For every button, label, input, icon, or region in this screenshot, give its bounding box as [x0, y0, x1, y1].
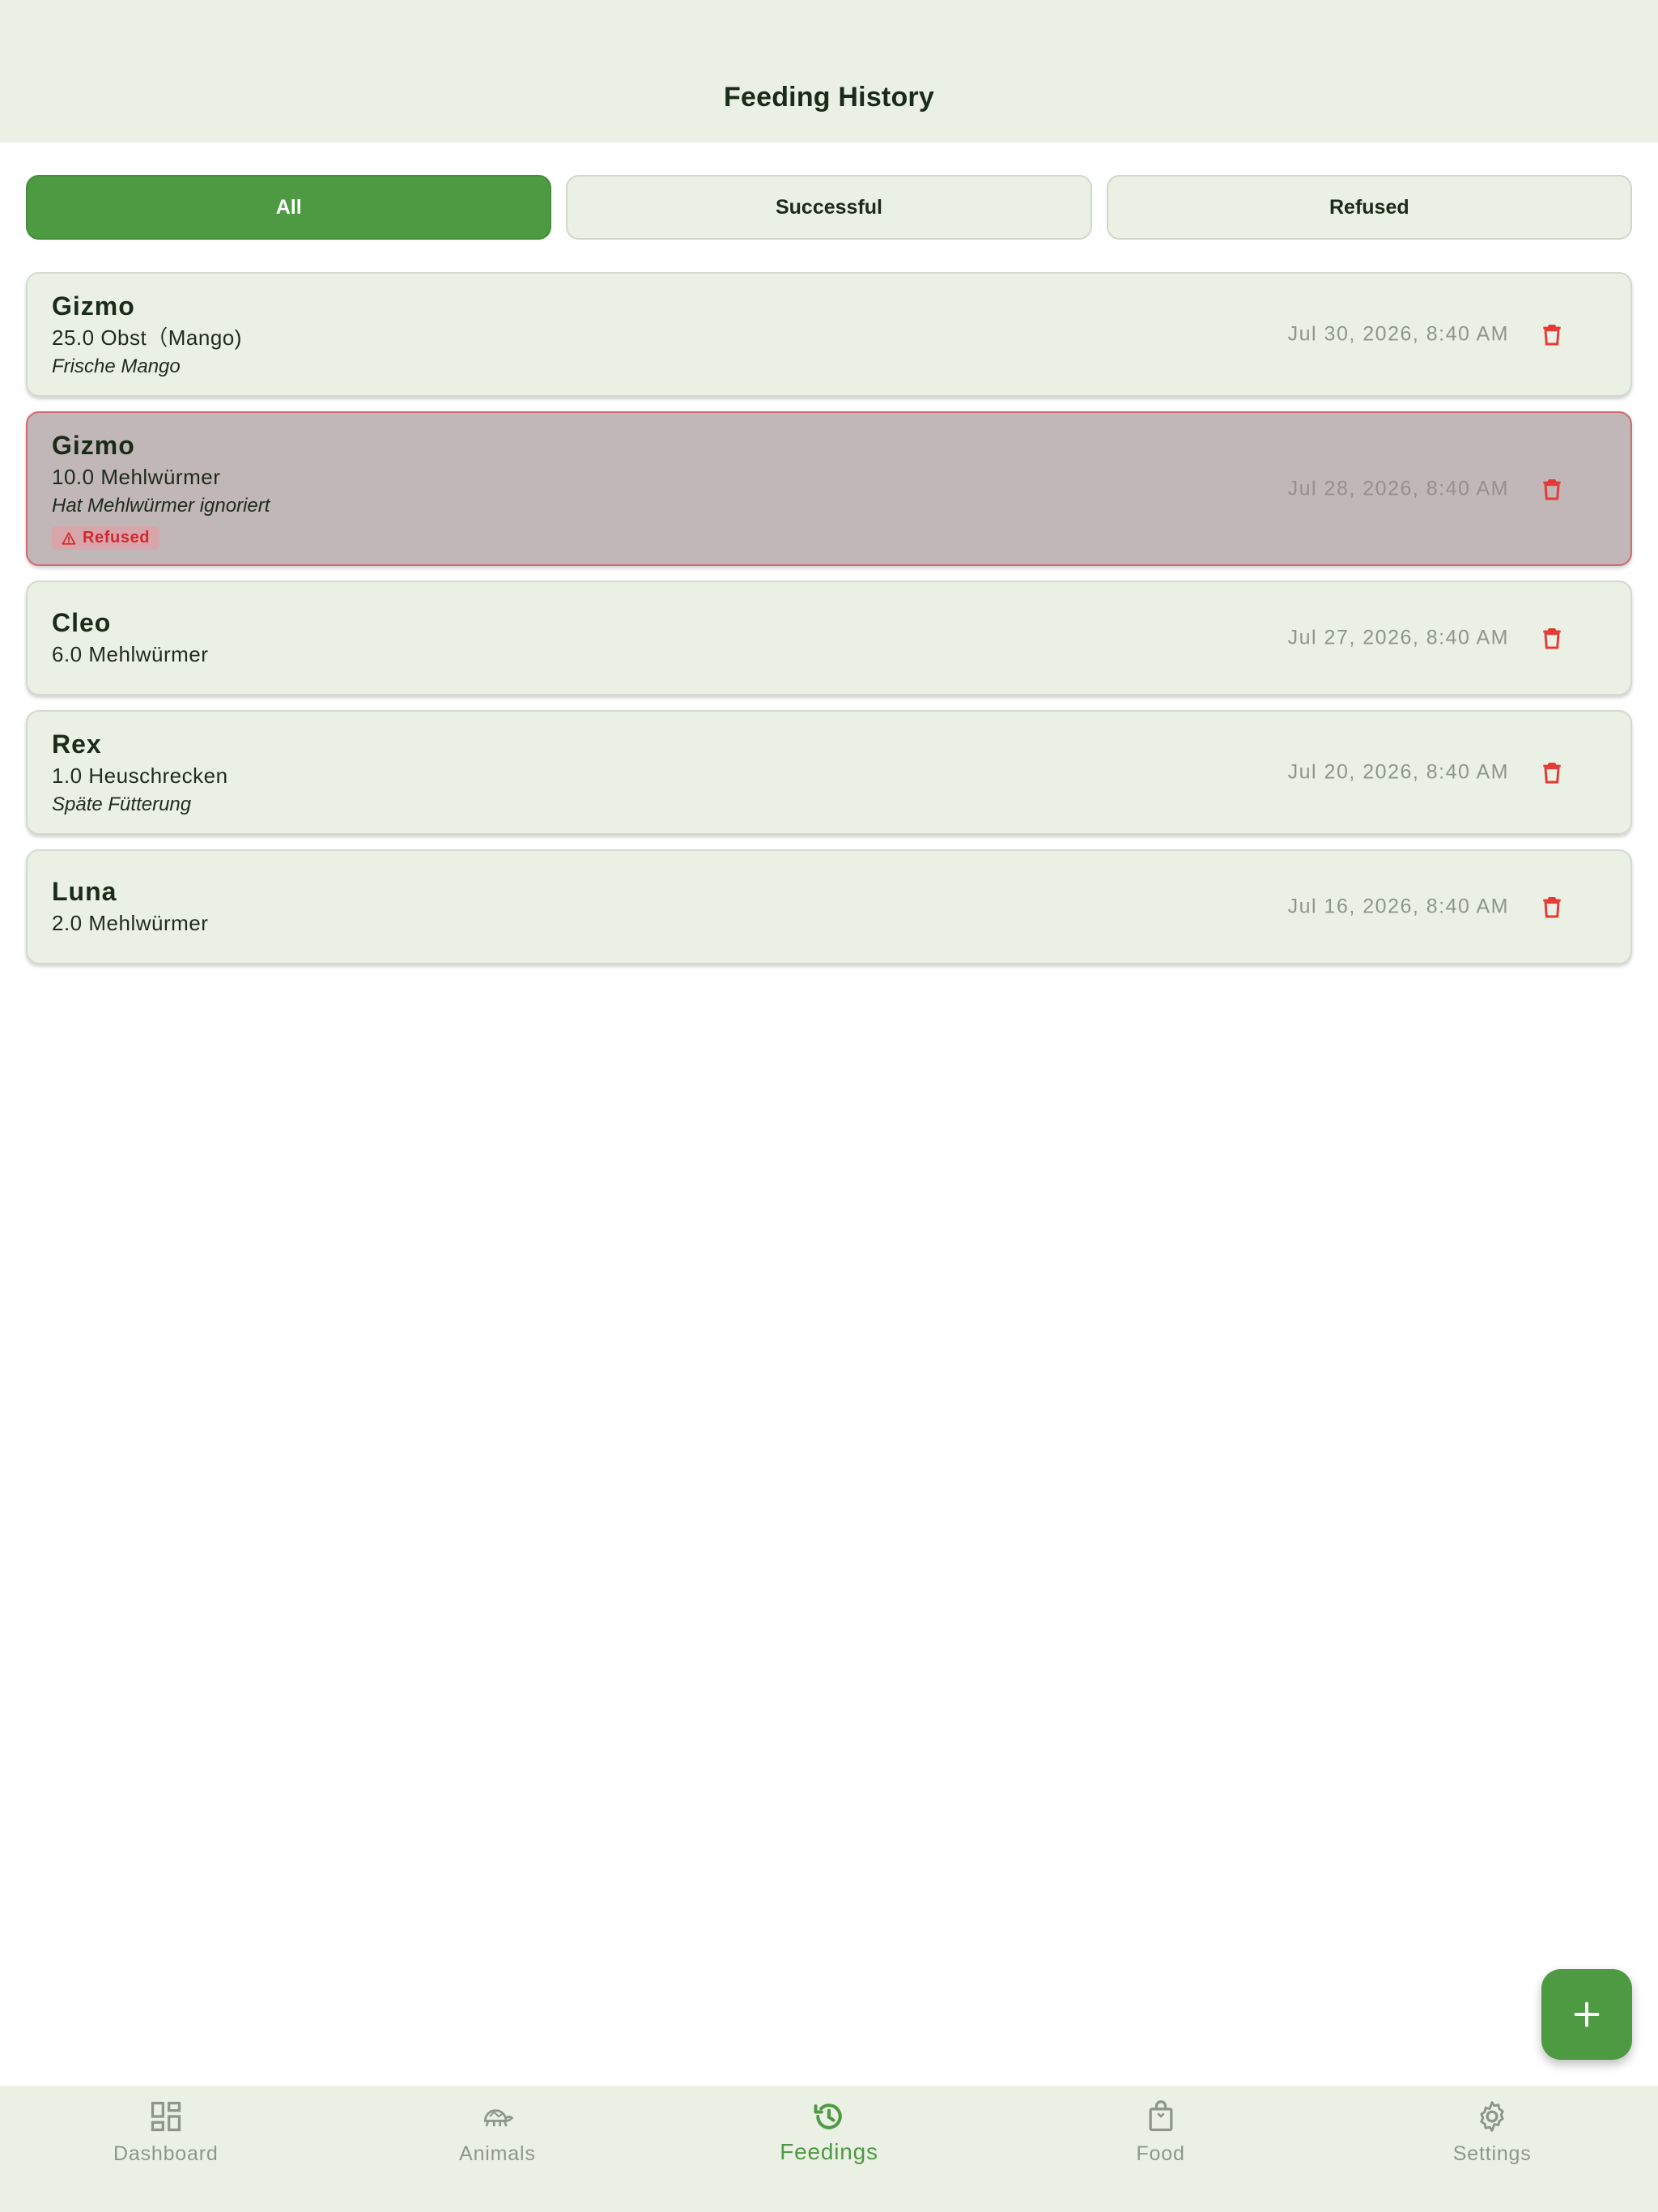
trash-icon: [1543, 479, 1561, 500]
filter-successful-button[interactable]: Successful: [566, 175, 1092, 240]
nav-item-feedings[interactable]: Feedings: [663, 2086, 995, 2212]
delete-button[interactable]: [1538, 320, 1566, 349]
feeding-date: Jul 27, 2026, 8:40 AM: [1287, 626, 1509, 649]
delete-button[interactable]: [1538, 892, 1566, 921]
feeding-note: Frische Mango: [52, 355, 181, 377]
feeding-date: Jul 30, 2026, 8:40 AM: [1287, 322, 1509, 346]
refused-badge-label: Refused: [83, 529, 151, 547]
nav-item-animals[interactable]: Animals: [332, 2086, 664, 2212]
trash-icon: [1543, 628, 1561, 649]
nav-item-settings[interactable]: Settings: [1326, 2086, 1658, 2212]
plus-icon: [1574, 2001, 1600, 2027]
filter-all-button[interactable]: All: [26, 175, 552, 240]
feeding-history-screen: Feeding History All Successful Refused G…: [0, 0, 1658, 2212]
page-title: Feeding History: [724, 82, 934, 113]
bottom-navigation: Dashboard Animals Feedings Food Settings: [0, 2086, 1658, 2212]
turtle-icon: [478, 2097, 517, 2136]
animal-name: Rex: [52, 730, 102, 759]
feeding-date: Jul 16, 2026, 8:40 AM: [1287, 895, 1509, 918]
filter-refused-button[interactable]: Refused: [1106, 175, 1632, 240]
delete-button[interactable]: [1538, 623, 1566, 653]
dashboard-icon: [147, 2097, 185, 2136]
nav-label: Animals: [459, 2142, 536, 2165]
gear-icon: [1473, 2097, 1511, 2136]
delete-button[interactable]: [1538, 474, 1566, 504]
history-icon: [810, 2097, 848, 2136]
trash-icon: [1543, 325, 1561, 346]
bag-icon: [1141, 2097, 1180, 2136]
warning-icon: [62, 531, 76, 545]
feeding-card[interactable]: Gizmo 25.0 Obst（Mango) Frische Mango Jul…: [26, 272, 1632, 397]
nav-label: Feedings: [780, 2139, 878, 2164]
trash-icon: [1543, 763, 1561, 784]
add-feeding-button[interactable]: [1541, 1969, 1632, 2060]
feeding-date: Jul 20, 2026, 8:40 AM: [1287, 760, 1509, 784]
nav-item-dashboard[interactable]: Dashboard: [0, 2086, 332, 2212]
feeding-card[interactable]: Rex 1.0 Heuschrecken Späte Fütterung Jul…: [26, 710, 1632, 835]
animal-name: Gizmo: [52, 431, 135, 460]
feeding-date: Jul 28, 2026, 8:40 AM: [1287, 477, 1509, 500]
nav-item-food[interactable]: Food: [995, 2086, 1327, 2212]
feeding-card-refused[interactable]: Gizmo 10.0 Mehlwürmer Hat Mehlwürmer ign…: [26, 411, 1632, 566]
feeding-card[interactable]: Luna 2.0 Mehlwürmer Jul 16, 2026, 8:40 A…: [26, 849, 1632, 964]
feeding-list: Gizmo 25.0 Obst（Mango) Frische Mango Jul…: [26, 272, 1632, 979]
nav-label: Settings: [1452, 2142, 1532, 2165]
delete-button[interactable]: [1538, 758, 1566, 787]
filter-segmented-control: All Successful Refused: [26, 175, 1632, 240]
refused-badge: Refused: [52, 526, 160, 550]
nav-label: Food: [1136, 2142, 1185, 2165]
app-header: Feeding History: [0, 0, 1658, 143]
feeding-card[interactable]: Cleo 6.0 Mehlwürmer Jul 27, 2026, 8:40 A…: [26, 581, 1632, 696]
trash-icon: [1543, 897, 1561, 918]
nav-label: Dashboard: [113, 2142, 219, 2165]
feeding-note: Späte Fütterung: [52, 793, 192, 815]
animal-name: Gizmo: [52, 291, 135, 321]
